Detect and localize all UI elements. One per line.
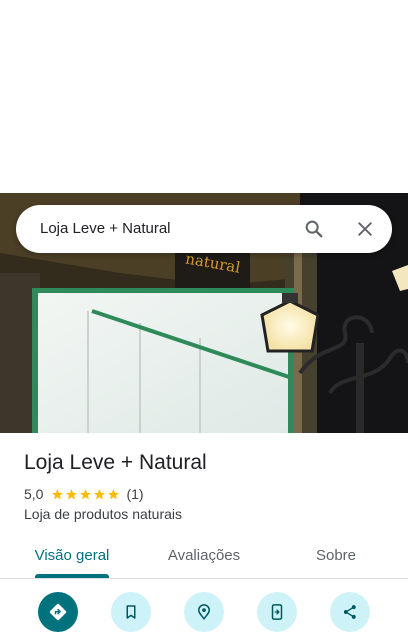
action-buttons: [0, 592, 408, 632]
tab-bar: Visão geral Avaliações Sobre: [0, 532, 408, 579]
rating-row[interactable]: 5,0 (1): [24, 485, 144, 503]
nearby-icon: [197, 604, 211, 620]
star-icon: [52, 488, 64, 499]
search-button[interactable]: [298, 215, 330, 243]
place-category: Loja de produtos naturais: [24, 506, 182, 522]
search-icon: [305, 220, 323, 238]
star-icon: [108, 488, 120, 499]
rating-stars: [51, 488, 121, 501]
share-button[interactable]: [330, 592, 370, 632]
star-icon: [94, 488, 106, 499]
clear-search-button[interactable]: [349, 215, 381, 243]
rating-value: 5,0: [24, 486, 44, 502]
nearby-button[interactable]: [184, 592, 224, 632]
tab-overview[interactable]: Visão geral: [17, 532, 127, 578]
review-count[interactable]: (1): [126, 486, 143, 502]
bookmark-icon: [126, 605, 136, 619]
search-input[interactable]: Loja Leve + Natural: [40, 220, 171, 237]
star-icon: [66, 488, 78, 499]
directions-icon: [49, 603, 67, 621]
share-icon: [343, 605, 356, 619]
search-bar[interactable]: Loja Leve + Natural: [16, 205, 392, 253]
directions-button[interactable]: [38, 592, 78, 632]
send-to-phone-button[interactable]: [257, 592, 297, 632]
active-tab-indicator: [35, 574, 109, 578]
place-title: Loja Leve + Natural: [24, 451, 207, 474]
save-button[interactable]: [111, 592, 151, 632]
star-icon: [80, 488, 92, 499]
tab-reviews[interactable]: Avaliações: [146, 532, 262, 578]
send-to-phone-icon: [271, 604, 283, 620]
close-icon: [358, 222, 372, 236]
tab-about[interactable]: Sobre: [288, 532, 384, 578]
